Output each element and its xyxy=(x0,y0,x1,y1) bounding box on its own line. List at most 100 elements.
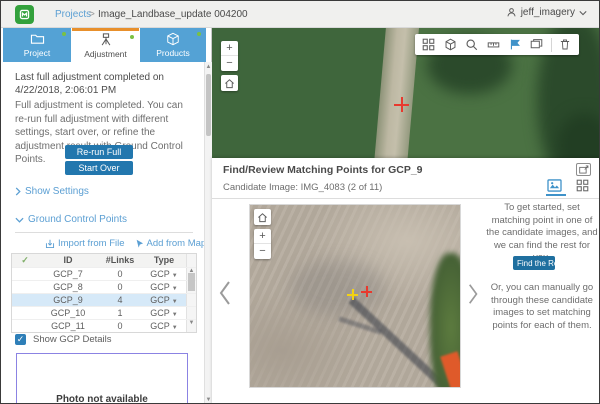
apps-grid-icon[interactable] xyxy=(421,37,437,53)
chevron-down-icon xyxy=(579,10,587,16)
user-name: jeff_imagery xyxy=(521,7,575,18)
tab-label: Products xyxy=(140,48,206,58)
status-dot xyxy=(130,35,134,39)
zoom-in-button[interactable]: + xyxy=(221,41,238,56)
col-header-id: ID xyxy=(38,254,98,267)
matching-point-yellow-cross xyxy=(347,289,358,300)
col-header-type: Type xyxy=(142,254,186,267)
tab-adjustment[interactable]: Adjustment xyxy=(72,28,139,62)
person-icon xyxy=(506,7,517,18)
type-dropdown-icon[interactable]: ▼ xyxy=(172,273,178,279)
active-view-underline xyxy=(546,194,566,196)
type-dropdown-icon[interactable]: ▼ xyxy=(172,312,178,318)
delete-icon[interactable] xyxy=(557,37,573,53)
viewer-zoom-in-button[interactable]: + xyxy=(254,229,271,244)
last-adjustment-status: Last full adjustment completed on 4/22/2… xyxy=(15,71,193,97)
zoom-out-button[interactable]: − xyxy=(221,56,238,71)
chevron-right-icon xyxy=(15,187,21,196)
map-toolbar xyxy=(415,34,579,55)
viewer-home-button[interactable] xyxy=(254,209,271,225)
matching-panel-title: Find/Review Matching Points for GCP_9 xyxy=(223,164,423,176)
project-title: Image_Landbase_update 004200 xyxy=(98,9,248,20)
import-from-file-label: Import from File xyxy=(58,238,125,249)
tab-project[interactable]: Project xyxy=(3,28,71,62)
user-menu[interactable]: jeff_imagery xyxy=(506,7,587,18)
type-dropdown-icon[interactable]: ▼ xyxy=(172,325,178,331)
table-row-gcp10[interactable]: GCP_101 GCP▼ xyxy=(12,306,196,319)
gcp-section-label: Ground Control Points xyxy=(28,214,127,225)
scroll-thumb[interactable] xyxy=(206,74,211,136)
tripod-icon xyxy=(72,33,139,48)
show-gcp-details-checkbox[interactable]: ✓ xyxy=(15,334,26,345)
show-settings-label: Show Settings xyxy=(25,186,89,197)
table-row-gcp7[interactable]: GCP_70 GCP▼ ▲ xyxy=(12,267,196,280)
candidate-image-viewer[interactable]: + − xyxy=(249,204,461,388)
search-icon[interactable] xyxy=(464,37,480,53)
tab-label: Adjustment xyxy=(72,49,139,59)
find-the-rest-button[interactable]: Find the Rest xyxy=(513,256,555,270)
grid-view-toggle[interactable] xyxy=(574,178,590,192)
manual-instruction: Or, you can manually go through these ca… xyxy=(485,282,599,332)
basemap-icon[interactable] xyxy=(442,37,458,53)
adjustment-panel: Project Adjustment Products Last full ad… xyxy=(1,28,212,404)
add-from-map-link[interactable]: Add from Map xyxy=(135,238,207,249)
viewer-zoom-out-button[interactable]: − xyxy=(254,244,271,259)
table-scrollbar[interactable] xyxy=(186,254,196,267)
status-dot xyxy=(62,32,66,36)
add-from-map-label: Add from Map xyxy=(147,238,207,249)
matching-point-red-cross xyxy=(361,286,372,297)
measure-icon[interactable] xyxy=(486,37,502,53)
ortho-maker-logo-icon[interactable] xyxy=(15,5,34,24)
gcp-table-header: ✓ ID #Links Type xyxy=(12,254,196,267)
tab-label: Project xyxy=(3,48,71,58)
divider xyxy=(15,232,193,233)
table-row-gcp11[interactable]: GCP_110 GCP▼ ▼ xyxy=(12,319,196,332)
gcp-table: ✓ ID #Links Type GCP_70 GCP▼ ▲ GCP_80 GC… xyxy=(11,253,197,333)
next-image-button[interactable] xyxy=(468,283,479,305)
table-scroll-thumb[interactable] xyxy=(188,273,195,291)
scroll-down-icon[interactable]: ▼ xyxy=(205,397,212,403)
photo-not-available-text: Photo not available xyxy=(17,394,187,404)
panel-scrollbar[interactable]: ▲ ▼ xyxy=(204,62,212,404)
status-dot xyxy=(197,32,201,36)
export-image-icon[interactable] xyxy=(576,163,591,176)
app-window: Projects > Image_Landbase_update 004200 … xyxy=(0,0,600,404)
folder-icon xyxy=(3,32,71,47)
matching-points-panel: Find/Review Matching Points for GCP_9 Ca… xyxy=(212,158,600,404)
chevron-down-icon xyxy=(15,217,24,223)
viewer-zoom-control[interactable]: + − xyxy=(254,229,271,259)
cursor-icon xyxy=(135,239,144,249)
table-scrollbar-down[interactable]: ▼ xyxy=(186,320,196,332)
map-zoom-control[interactable]: + − xyxy=(221,41,238,71)
gcp-photo-preview: Photo not available xyxy=(16,353,188,404)
image-collection-icon[interactable] xyxy=(529,37,545,53)
import-icon xyxy=(45,239,55,249)
col-header-links: #Links xyxy=(98,254,142,267)
previous-image-button[interactable] xyxy=(218,280,231,306)
single-image-view-toggle[interactable] xyxy=(546,178,562,192)
home-icon xyxy=(224,78,235,89)
type-dropdown-icon[interactable]: ▼ xyxy=(172,286,178,292)
check-column-icon: ✓ xyxy=(12,254,38,267)
top-bar: Projects > Image_Landbase_update 004200 … xyxy=(1,1,599,28)
home-icon xyxy=(257,212,268,223)
toolbar-divider xyxy=(551,38,552,52)
rerun-full-button[interactable]: Re-run Full xyxy=(65,145,133,159)
start-over-button[interactable]: Start Over xyxy=(65,161,133,175)
show-gcp-details-label: Show GCP Details xyxy=(33,334,112,345)
import-from-file-link[interactable]: Import from File xyxy=(45,238,125,249)
type-dropdown-icon[interactable]: ▼ xyxy=(172,299,178,305)
scroll-up-icon[interactable]: ▲ xyxy=(205,64,212,70)
gcp-tool-icon[interactable] xyxy=(507,37,523,53)
gcp-marker-red-crosshair xyxy=(394,97,409,112)
map-home-button[interactable] xyxy=(221,75,238,91)
breadcrumb-projects-link[interactable]: Projects xyxy=(55,9,91,20)
table-row-gcp8[interactable]: GCP_80 GCP▼ xyxy=(12,280,196,293)
breadcrumb-separator: > xyxy=(89,9,95,20)
candidate-image-label: Candidate Image: IMG_4083 (2 of 11) xyxy=(223,182,382,193)
gcp-section-toggle[interactable]: Ground Control Points xyxy=(15,214,127,225)
divider xyxy=(212,198,600,199)
tab-products[interactable]: Products xyxy=(140,28,206,62)
table-row-gcp9-selected[interactable]: GCP_94 GCP▼ xyxy=(12,293,196,306)
show-settings-link[interactable]: Show Settings xyxy=(15,186,89,197)
